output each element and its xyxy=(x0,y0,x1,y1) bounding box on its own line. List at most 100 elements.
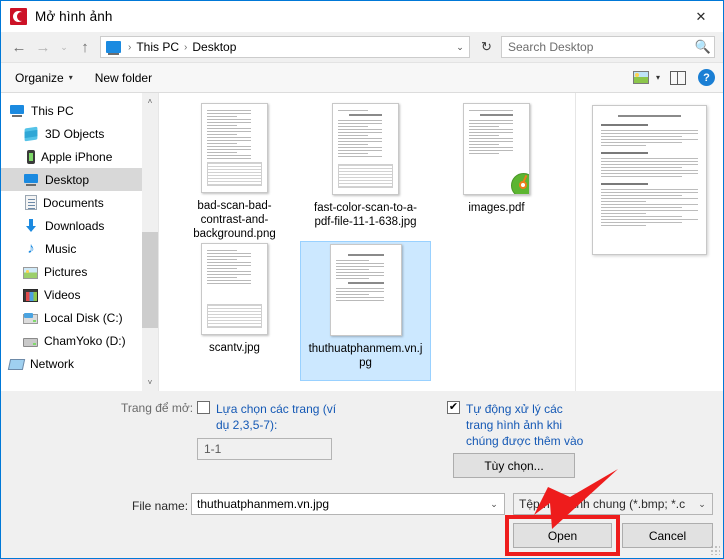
address-bar[interactable]: › This PC › Desktop ⌄ xyxy=(100,36,470,58)
file-type-value: Tệp hình ảnh chung (*.bmp; *.c xyxy=(519,497,686,511)
hard-disk-icon xyxy=(23,338,38,347)
breadcrumb-separator: › xyxy=(184,41,188,53)
auto-process-checkbox[interactable] xyxy=(447,401,460,414)
search-input[interactable] xyxy=(502,39,692,55)
chevron-down-icon: ▾ xyxy=(68,73,73,82)
chevron-down-icon[interactable]: ⌄ xyxy=(484,499,504,510)
scrollbar-thumb[interactable] xyxy=(142,232,158,328)
sidebar-item-downloads[interactable]: Downloads xyxy=(1,214,142,237)
command-bar-right: ▾ ? xyxy=(632,69,715,86)
up-icon[interactable]: ↑ xyxy=(73,35,97,59)
file-name-input[interactable] xyxy=(192,496,484,512)
sidebar-item-label: 3D Objects xyxy=(45,126,105,141)
this-pc-icon xyxy=(106,41,121,55)
file-thumbnail xyxy=(201,103,268,193)
app-icon xyxy=(10,8,27,25)
sidebar-item-pictures[interactable]: Pictures xyxy=(1,260,142,283)
computer-icon xyxy=(9,102,25,119)
sidebar-item-network[interactable]: Network xyxy=(1,352,142,375)
network-icon xyxy=(7,359,26,370)
forward-icon[interactable]: → xyxy=(31,35,55,59)
window-controls: ✕ xyxy=(679,1,723,32)
list-item[interactable]: images.pdf xyxy=(431,101,562,241)
download-icon xyxy=(23,218,39,234)
recent-locations-icon[interactable]: ⌄ xyxy=(55,35,73,59)
desktop-icon xyxy=(23,172,39,188)
select-pages-option[interactable]: Lựa chọn các trang (ví dụ 2,3,5-7): xyxy=(197,401,352,433)
file-list[interactable]: bad-scan-bad-contrast-and-background.png… xyxy=(158,93,575,391)
sidebar-item-apple-iphone[interactable]: Apple iPhone xyxy=(1,145,142,168)
phone-icon xyxy=(27,149,35,164)
file-name-label: File name: xyxy=(132,499,189,513)
file-thumbnail xyxy=(463,103,530,195)
file-thumbnail xyxy=(329,244,402,336)
preview-document xyxy=(592,105,707,255)
select-pages-checkbox[interactable] xyxy=(197,401,210,414)
preview-pane xyxy=(575,93,723,391)
refresh-icon[interactable]: ↻ xyxy=(475,36,498,59)
sidebar-item-label: This PC xyxy=(31,103,74,118)
sidebar-item-label: Videos xyxy=(44,287,81,302)
list-item[interactable]: bad-scan-bad-contrast-and-background.png xyxy=(169,101,300,241)
open-button[interactable]: Open xyxy=(513,523,612,548)
pages-range-input[interactable] xyxy=(197,438,332,460)
window-title: Mở hình ảnh xyxy=(35,9,113,24)
sidebar-item-desktop[interactable]: Desktop xyxy=(1,168,142,191)
file-name-field[interactable]: ⌄ xyxy=(191,493,505,515)
sidebar-item-chamyoko-d[interactable]: ChamYoko (D:) xyxy=(1,329,142,352)
scrollbar-track[interactable] xyxy=(142,110,158,374)
sidebar-item-videos[interactable]: Videos xyxy=(1,283,142,306)
file-name: thuthuatphanmem.vn.jpg xyxy=(308,343,423,369)
file-name: fast-color-scan-to-a-pdf-file-11-1-638.j… xyxy=(314,202,417,228)
list-item[interactable]: thuthuatphanmem.vn.jpg xyxy=(300,241,431,381)
sidebar-item-label: Local Disk (C:) xyxy=(44,310,123,325)
sidebar-scrollbar[interactable]: ˄ ˅ xyxy=(142,93,158,391)
options-area xyxy=(1,391,723,498)
search-box[interactable]: 🔍 xyxy=(501,36,715,58)
sidebar-item-documents[interactable]: Documents xyxy=(1,191,142,214)
sidebar-item-label: Documents xyxy=(43,195,104,210)
breadcrumb-this-pc[interactable]: This PC xyxy=(134,40,181,54)
videos-icon xyxy=(23,288,38,302)
sidebar-item-label: Desktop xyxy=(45,172,90,187)
cube-icon xyxy=(24,126,38,141)
view-mode-icon[interactable] xyxy=(632,71,649,84)
chevron-down-icon[interactable]: ⌄ xyxy=(451,37,469,57)
new-folder-button[interactable]: New folder xyxy=(95,71,152,85)
sidebar-item-label: Network xyxy=(30,356,75,371)
organize-button[interactable]: Organize ▾ xyxy=(15,71,73,85)
sidebar-item-music[interactable]: ♪ Music xyxy=(1,237,142,260)
sidebar-item-3d-objects[interactable]: 3D Objects xyxy=(1,122,142,145)
sidebar-item-local-disk-c[interactable]: Local Disk (C:) xyxy=(1,306,142,329)
sidebar-item-label: Apple iPhone xyxy=(41,149,113,164)
dialog-body: This PC 3D Objects Apple iPhone Desktop … xyxy=(1,93,723,391)
auto-process-option[interactable]: Tự động xử lý các trang hình ảnh khi chú… xyxy=(447,401,587,449)
search-icon[interactable]: 🔍 xyxy=(692,39,714,55)
pictures-icon xyxy=(23,266,38,279)
help-icon[interactable]: ? xyxy=(698,69,715,86)
options-button[interactable]: Tùy chọn... xyxy=(453,453,575,478)
title-bar: Mở hình ảnh ✕ xyxy=(1,1,723,32)
close-icon[interactable]: ✕ xyxy=(679,1,723,32)
file-thumbnail xyxy=(201,243,268,335)
list-item[interactable]: fast-color-scan-to-a-pdf-file-11-1-638.j… xyxy=(300,101,431,241)
cancel-button[interactable]: Cancel xyxy=(622,523,713,548)
scroll-up-icon[interactable]: ˄ xyxy=(142,93,158,110)
chevron-down-icon[interactable]: ⌄ xyxy=(692,499,712,510)
file-type-select[interactable]: Tệp hình ảnh chung (*.bmp; *.c ⌄ xyxy=(513,493,713,515)
file-name: bad-scan-bad-contrast-and-background.png xyxy=(193,200,276,240)
file-thumbnail xyxy=(332,103,399,195)
chevron-down-icon[interactable]: ▾ xyxy=(656,73,660,82)
preview-pane-icon[interactable] xyxy=(670,70,686,85)
file-name: scantv.jpg xyxy=(209,342,260,354)
sidebar-item-this-pc[interactable]: This PC xyxy=(1,99,142,122)
back-icon[interactable]: ← xyxy=(7,35,31,59)
breadcrumb-desktop[interactable]: Desktop xyxy=(190,40,238,54)
file-name: images.pdf xyxy=(468,202,525,214)
list-item[interactable]: scantv.jpg xyxy=(169,241,300,381)
scroll-down-icon[interactable]: ˅ xyxy=(142,374,158,391)
resize-grip[interactable] xyxy=(710,545,720,555)
sidebar-item-label: Pictures xyxy=(44,264,88,279)
sidebar-item-label: ChamYoko (D:) xyxy=(44,333,126,348)
open-image-dialog: Mở hình ảnh ✕ ← → ⌄ ↑ › This PC › Deskto… xyxy=(0,0,724,559)
